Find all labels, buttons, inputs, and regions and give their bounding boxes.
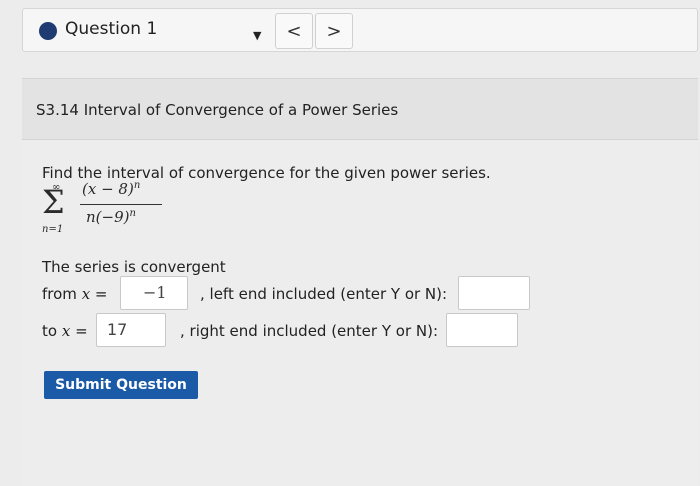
chevron-right-icon: > (326, 20, 342, 42)
submit-question-button[interactable]: Submit Question (44, 371, 198, 399)
sigma-icon: Σ (42, 183, 65, 221)
question-status-dot-icon (39, 22, 57, 40)
formula-numerator: (x − 8)n (82, 180, 141, 198)
section-header: S3.14 Interval of Convergence of a Power… (22, 78, 698, 140)
chevron-left-icon: < (286, 20, 302, 42)
next-question-button[interactable]: > (315, 13, 353, 49)
to-value-field[interactable]: 17 (96, 313, 166, 347)
chevron-down-icon: ▼ (253, 29, 262, 42)
to-label: to x = (42, 322, 88, 340)
left-end-label: , left end included (enter Y or N): (200, 285, 448, 303)
question-body: Find the interval of convergence for the… (22, 140, 698, 486)
question-select[interactable]: Question 1 ▼ (39, 15, 283, 47)
power-series-formula: ∞ Σ n=1 (x − 8)n n(−9)n (42, 180, 202, 238)
series-status-text: The series is convergent (42, 258, 226, 276)
question-label: Question 1 (65, 19, 158, 39)
question-nav-bar: Question 1 ▼ < > (22, 8, 698, 52)
from-value-field[interactable]: −1 (120, 276, 188, 310)
left-end-included-field[interactable] (458, 276, 530, 310)
section-title: S3.14 Interval of Convergence of a Power… (36, 101, 399, 119)
right-end-included-field[interactable] (446, 313, 518, 347)
formula-denominator: n(−9)n (86, 208, 136, 226)
sum-lower-limit: n=1 (42, 224, 64, 235)
from-label: from x = (42, 285, 108, 303)
previous-question-button[interactable]: < (275, 13, 313, 49)
right-end-label: , right end included (enter Y or N): (180, 322, 439, 340)
fraction-bar (80, 204, 162, 205)
